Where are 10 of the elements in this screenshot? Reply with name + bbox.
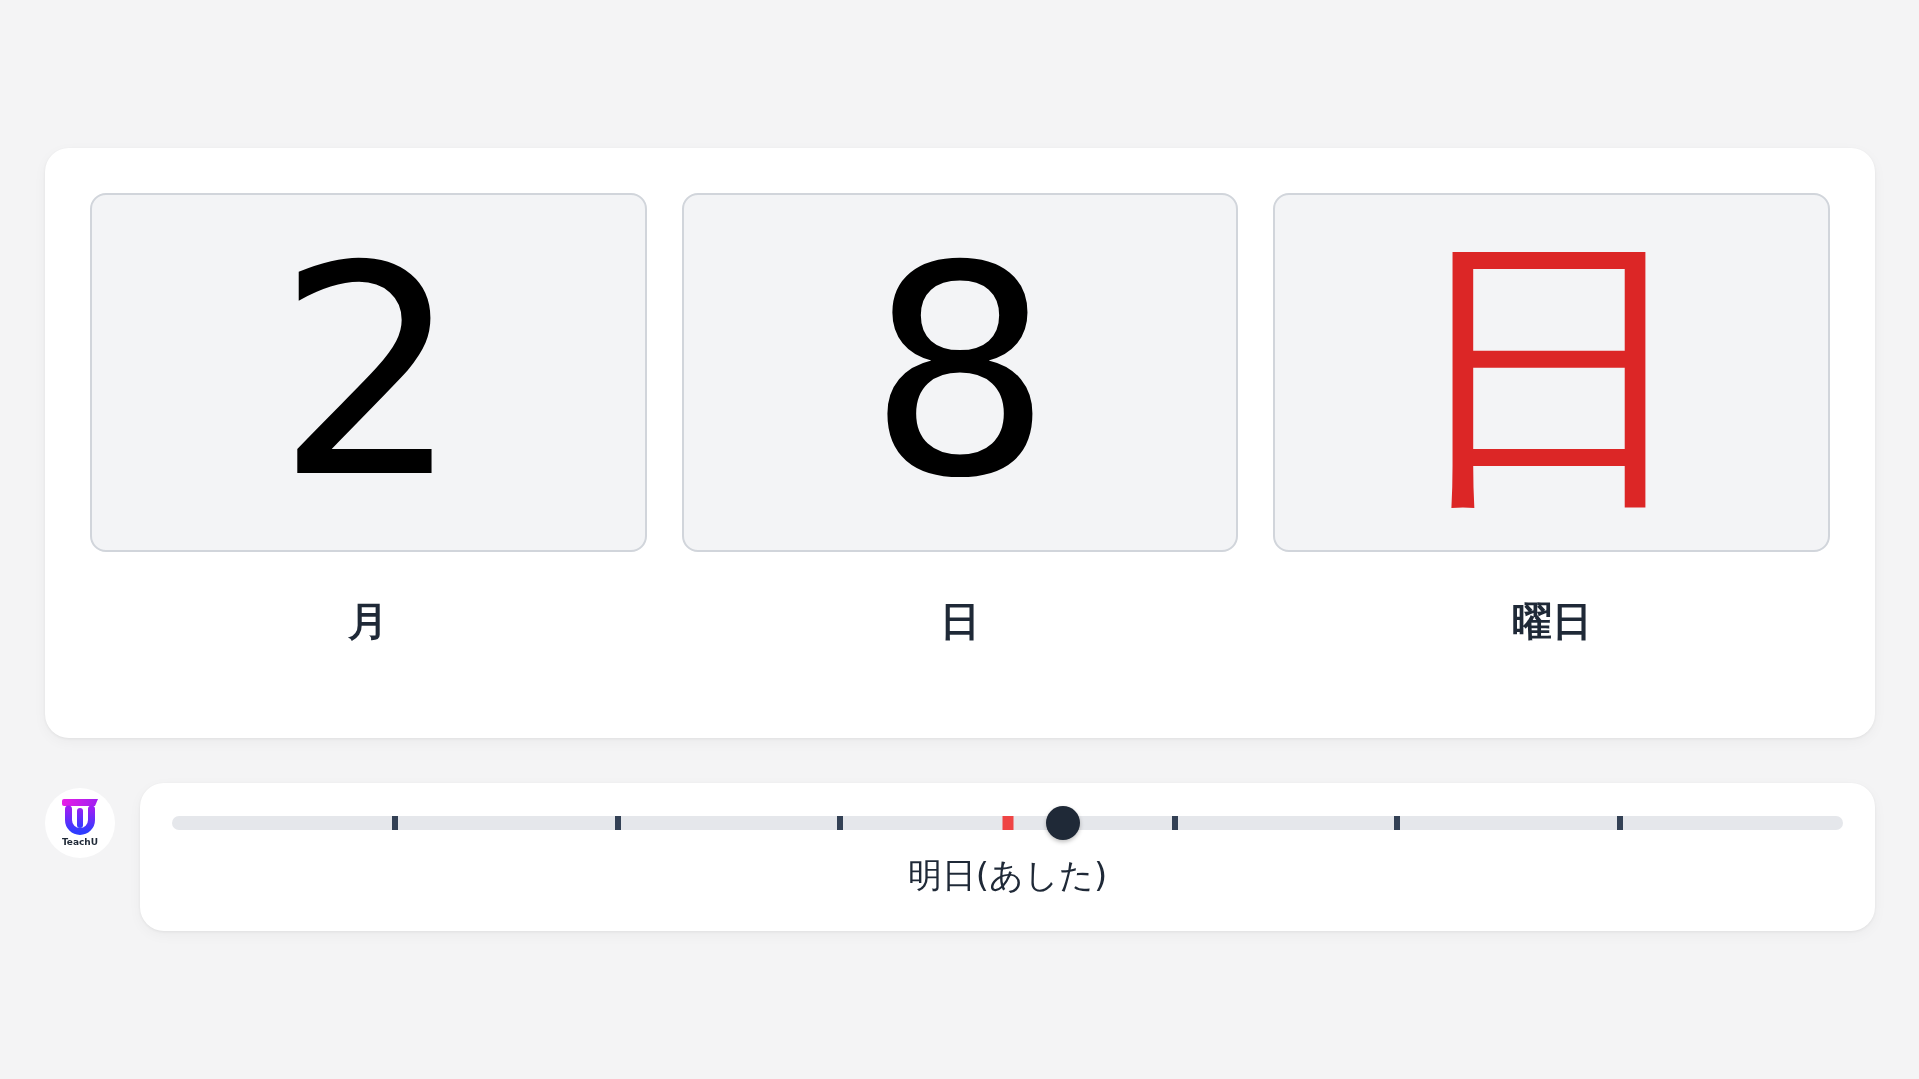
logo-text: TeachU xyxy=(61,837,99,847)
slider-label: 明日(あした) xyxy=(907,855,1108,895)
date-value: 2 xyxy=(276,227,461,518)
date-label: 日 xyxy=(940,597,980,645)
logo-icon xyxy=(60,799,100,835)
date-value: 8 xyxy=(867,227,1053,518)
date-label: 曜日 xyxy=(1511,597,1592,645)
date-label: 月 xyxy=(348,597,389,645)
slider-thumb[interactable] xyxy=(1045,806,1080,840)
date-value: 日 xyxy=(1406,227,1697,518)
